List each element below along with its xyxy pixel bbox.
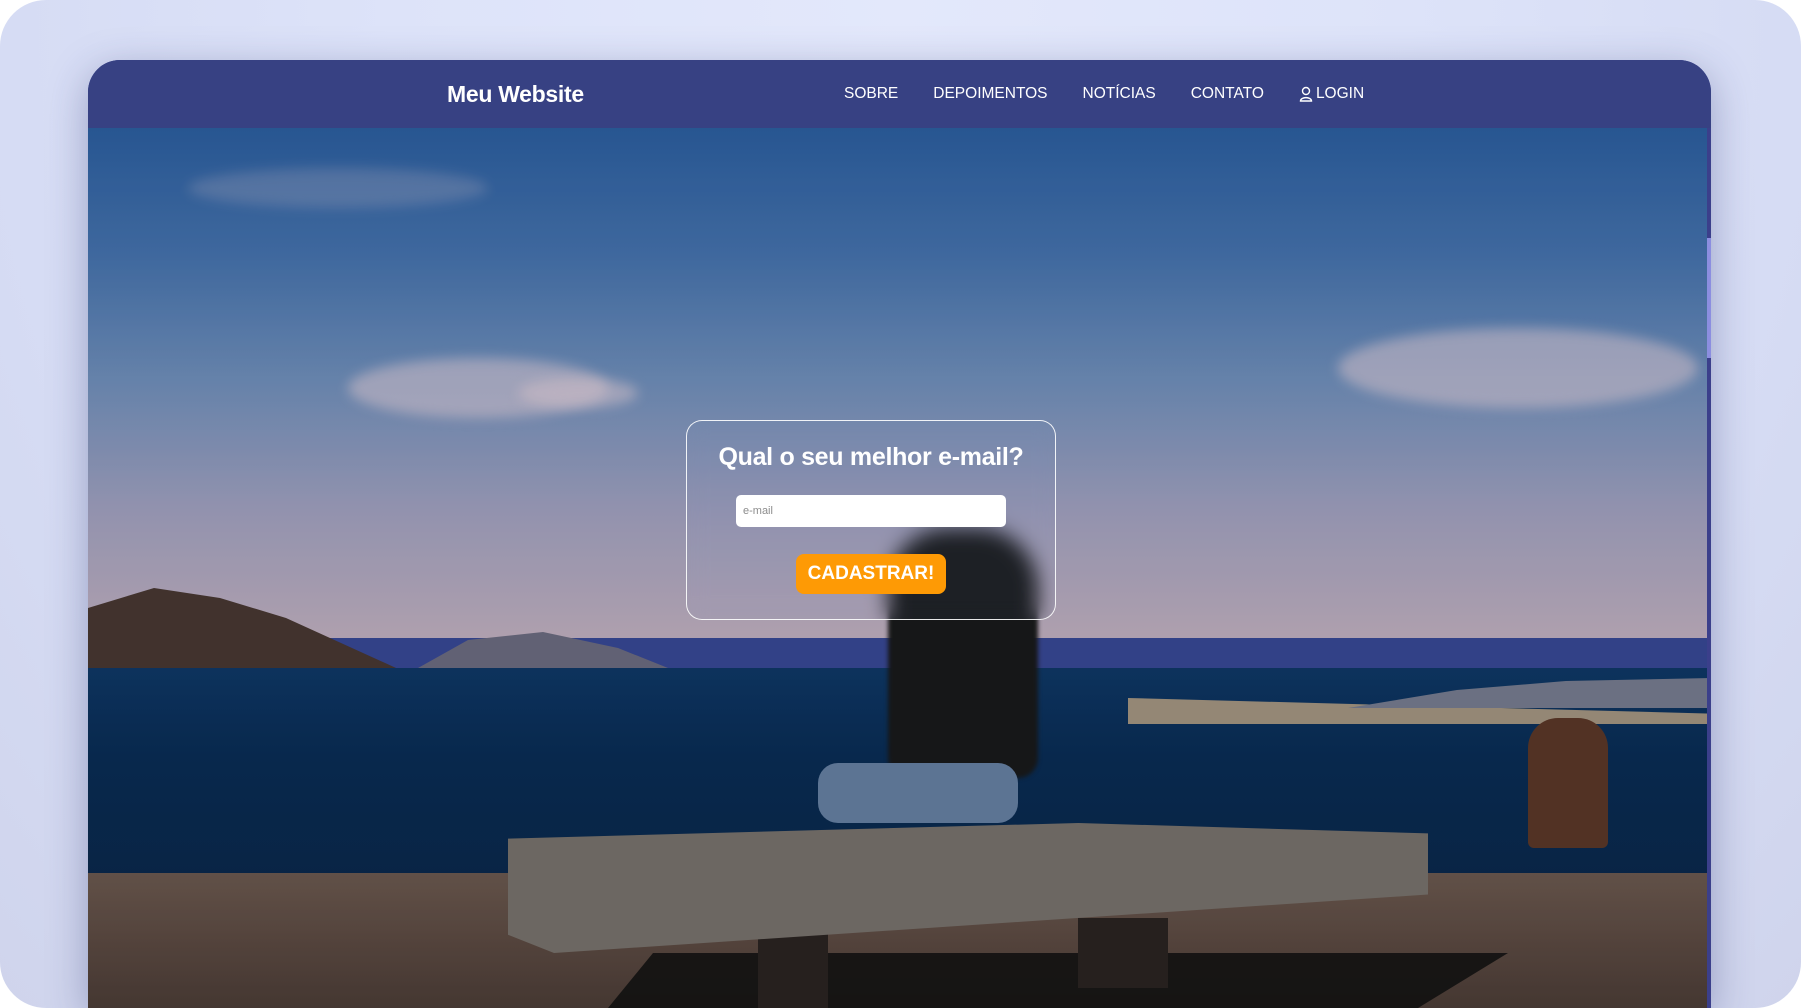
nav-link-noticias[interactable]: NOTÍCIAS <box>1083 85 1156 103</box>
website-window: Meu Website SOBRE DEPOIMENTOS NOTÍCIAS C… <box>88 60 1711 1008</box>
site-logo[interactable]: Meu Website <box>447 60 584 128</box>
signup-button[interactable]: CADASTRAR! <box>795 554 947 594</box>
login-label: LOGIN <box>1315 85 1365 102</box>
scrollbar[interactable] <box>1707 128 1711 1008</box>
nav-menu: SOBRE DEPOIMENTOS NOTÍCIAS CONTATO LOGIN <box>844 60 1399 128</box>
nav-link-login[interactable]: LOGIN <box>1299 85 1364 103</box>
browser-frame: Meu Website SOBRE DEPOIMENTOS NOTÍCIAS C… <box>0 0 1801 1008</box>
navbar: Meu Website SOBRE DEPOIMENTOS NOTÍCIAS C… <box>88 60 1711 128</box>
nav-link-contato[interactable]: CONTATO <box>1191 85 1264 103</box>
signup-card: Qual o seu melhor e-mail? CADASTRAR! <box>686 420 1056 620</box>
scrollbar-thumb[interactable] <box>1707 238 1711 358</box>
email-input[interactable] <box>736 495 1006 527</box>
signup-title: Qual o seu melhor e-mail? <box>718 443 1024 471</box>
nav-link-sobre[interactable]: SOBRE <box>844 85 898 103</box>
nav-link-depoimentos[interactable]: DEPOIMENTOS <box>933 85 1047 103</box>
user-icon <box>1299 86 1313 102</box>
